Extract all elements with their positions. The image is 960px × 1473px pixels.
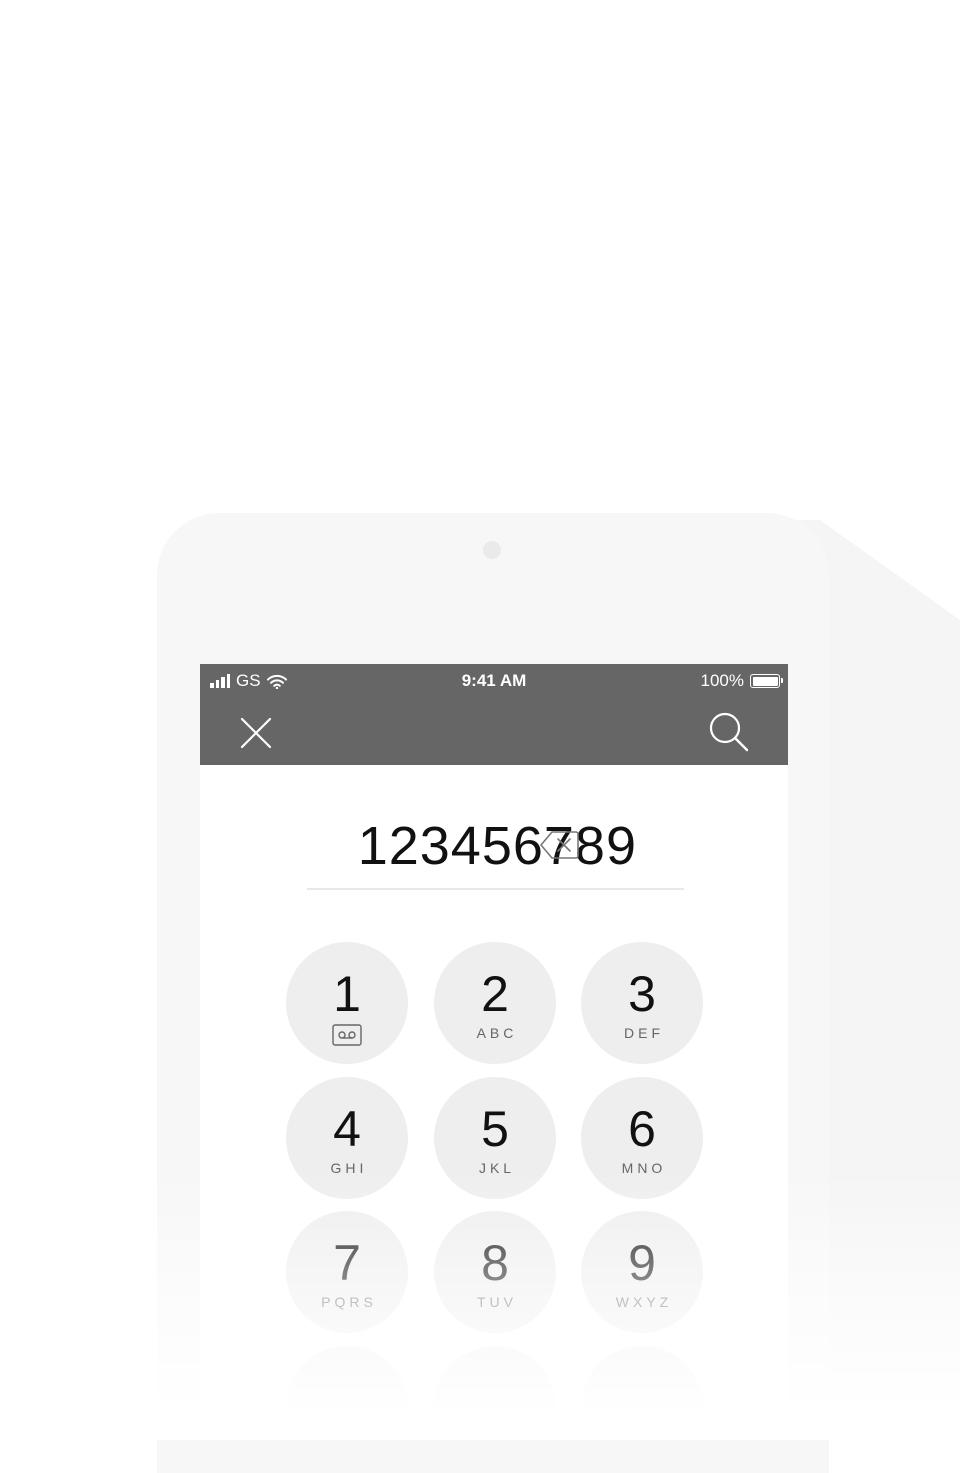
key-2[interactable]: 2 ABC (434, 942, 556, 1064)
status-bar: GS 9:41 AM 100% (200, 664, 788, 698)
key-digit: 2 (481, 966, 509, 1022)
key-letters: ABC (476, 1025, 518, 1041)
key-1[interactable]: 1 (286, 942, 408, 1064)
key-digit: 5 (481, 1101, 509, 1157)
key-row4-left[interactable] (286, 1346, 408, 1440)
key-digit: 7 (333, 1235, 361, 1291)
nav-bar (200, 698, 788, 765)
key-letters: PQRS (321, 1294, 377, 1310)
key-row4-right[interactable] (581, 1346, 703, 1440)
key-letters: TUV (477, 1294, 517, 1310)
key-digit: 4 (333, 1101, 361, 1157)
key-6[interactable]: 6 MNO (581, 1077, 703, 1199)
key-digit: 6 (628, 1101, 656, 1157)
dialed-number[interactable]: 123456789 (307, 814, 637, 878)
key-letters: GHI (330, 1160, 368, 1176)
key-9[interactable]: 9 WXYZ (581, 1211, 703, 1333)
key-digit: 9 (628, 1235, 656, 1291)
battery-percentage: 100% (700, 671, 744, 690)
key-letters: MNO (621, 1160, 667, 1176)
key-8[interactable]: 8 TUV (434, 1211, 556, 1333)
key-digit: 8 (481, 1235, 509, 1291)
key-4[interactable]: 4 GHI (286, 1077, 408, 1199)
number-underline (307, 888, 684, 890)
key-letters: WXYZ (615, 1294, 673, 1310)
voicemail-icon (332, 1024, 362, 1046)
phone-screen: GS 9:41 AM 100% 123456789 1 2 ABC 3 DEF … (200, 664, 788, 1440)
battery-icon (750, 674, 783, 688)
key-5[interactable]: 5 JKL (434, 1077, 556, 1199)
close-icon[interactable] (236, 713, 276, 753)
search-icon[interactable] (708, 711, 750, 753)
key-digit: 3 (628, 966, 656, 1022)
key-letters: DEF (624, 1025, 664, 1041)
front-camera (483, 541, 501, 559)
dialed-number-row: 123456789 (307, 814, 684, 889)
key-7[interactable]: 7 PQRS (286, 1211, 408, 1333)
backspace-icon[interactable] (540, 830, 580, 860)
key-digit: 1 (333, 966, 361, 1022)
key-row4-center[interactable] (434, 1346, 556, 1440)
key-letters: JKL (478, 1160, 516, 1176)
key-3[interactable]: 3 DEF (581, 942, 703, 1064)
